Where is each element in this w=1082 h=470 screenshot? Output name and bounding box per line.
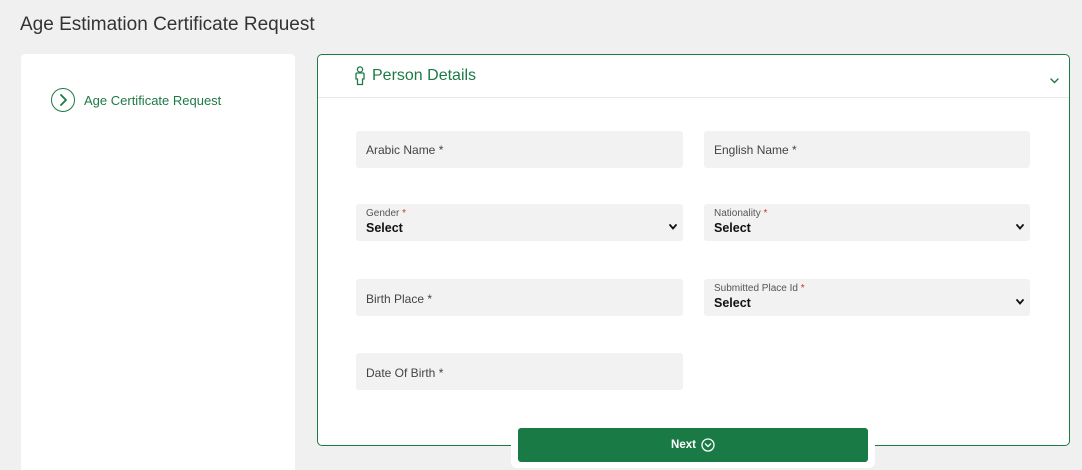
date-of-birth-field[interactable]: Date Of Birth * — [356, 353, 683, 390]
chevron-down-icon[interactable] — [1050, 71, 1059, 89]
birth-place-field[interactable]: Birth Place * — [356, 279, 683, 316]
arabic-name-field[interactable]: Arabic Name * — [356, 131, 683, 168]
date-of-birth-label: Date Of Birth * — [366, 366, 444, 380]
submitted-place-label: Submitted Place Id * — [714, 283, 805, 294]
nationality-label: Nationality * — [714, 208, 768, 219]
english-name-label: English Name * — [714, 143, 797, 157]
nationality-value: Select — [714, 221, 751, 235]
chevron-right-circle-icon — [51, 88, 75, 112]
chevron-down-circle-icon — [701, 438, 715, 452]
submitted-place-select[interactable]: Submitted Place Id * Select — [704, 279, 1030, 316]
english-name-field[interactable]: English Name * — [704, 131, 1030, 168]
chevron-down-icon — [1016, 217, 1024, 235]
section-header[interactable]: Person Details — [318, 55, 1069, 98]
next-button[interactable]: Next — [518, 428, 868, 462]
required-marker: * — [763, 208, 768, 219]
sidebar: Age Certificate Request — [21, 54, 295, 470]
gender-value: Select — [366, 221, 403, 235]
chevron-down-icon — [1016, 292, 1024, 310]
birth-place-label: Birth Place * — [366, 292, 433, 306]
arabic-name-label: Arabic Name * — [366, 143, 444, 157]
submitted-place-value: Select — [714, 296, 751, 310]
sidebar-item-label: Age Certificate Request — [84, 92, 222, 108]
gender-label: Gender * — [366, 208, 407, 219]
page-title: Age Estimation Certificate Request — [20, 14, 315, 35]
required-marker: * — [800, 283, 805, 294]
sidebar-item-age-certificate-request[interactable]: Age Certificate Request — [51, 88, 221, 112]
nationality-select[interactable]: Nationality * Select — [704, 204, 1030, 241]
next-button-label: Next — [671, 439, 696, 451]
gender-select[interactable]: Gender * Select — [356, 204, 683, 241]
section-title: Person Details — [372, 67, 477, 84]
chevron-down-icon — [669, 217, 677, 235]
required-marker: * — [402, 208, 407, 219]
person-icon — [354, 66, 366, 86]
